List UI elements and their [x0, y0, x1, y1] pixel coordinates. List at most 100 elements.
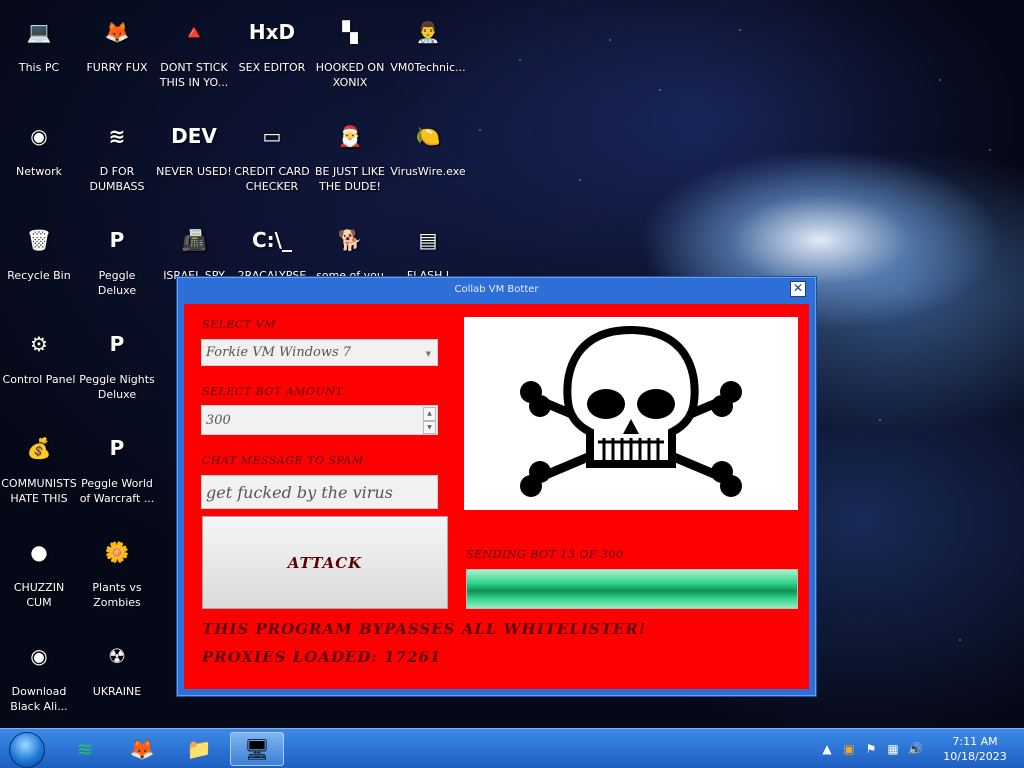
stepper-up-icon[interactable]: ▲ [423, 407, 436, 421]
chat-message-value: get fucked by the virus [206, 482, 393, 502]
clock-time: 7:11 AM [952, 735, 998, 748]
desktop-icon-label: BE JUST LIKE THE DUDE! [314, 165, 386, 193]
folder-taskbar-icon: 📁 [186, 737, 212, 761]
desktop-icon[interactable]: C:\_2RACALYPSE [233, 216, 311, 283]
volume-icon[interactable]: 🔊 [904, 742, 926, 756]
desktop-icon[interactable]: P Peggle Nights Deluxe [78, 320, 156, 402]
desktop-icon-label: DONT STICK THIS IN YO... [159, 61, 229, 89]
dog-icon: 🐕 [337, 227, 363, 252]
desktop-icon[interactable]: HxD SEX EDITOR [233, 8, 311, 75]
skull-picture [464, 317, 798, 510]
desktop-icon-label: Recycle Bin [7, 269, 71, 282]
desktop-icon[interactable]: 🌼 Plants vs Zombies [78, 528, 156, 610]
credit-card-icon: ▭ [262, 123, 282, 148]
proxies-loaded-text: PROXIES LOADED: 17261 [202, 648, 442, 666]
botter-taskbar-icon: 🖥 [244, 737, 270, 761]
skull-crossbones-icon [520, 325, 742, 497]
desktop-icon[interactable]: 🐕some of you [311, 216, 389, 283]
desktop-icon[interactable]: ▚ HOOKED ON XONIX [311, 8, 389, 90]
chevron-down-icon: ▼ [425, 350, 431, 358]
system-tray: ▲ ▣ ⚑ ▦ 🔊 7:11 AM 10/18/2023 [816, 729, 1024, 768]
desktop-icon-label: D FOR DUMBASS [89, 165, 145, 193]
sending-progress-bar [466, 569, 798, 609]
desktop-icon-label: Network [16, 165, 62, 178]
desktop-icon-label: Download Black Ali... [10, 685, 68, 713]
chat-message-label: CHAT MESSAGE TO SPAM [202, 454, 364, 467]
money-bag-icon: 💰 [26, 435, 52, 460]
dumbass-app-icon: ≋ [108, 123, 126, 148]
bypass-message: THIS PROGRAM BYPASSES ALL WHITELISTER! [202, 620, 647, 638]
close-button[interactable]: ✕ [790, 281, 806, 297]
bot-amount-label: SELECT BOT AMOUNT [202, 385, 344, 398]
desktop-icon[interactable]: P Peggle Deluxe [78, 216, 156, 298]
window-client-area: SELECT VM Forkie VM Windows 7 ▼ SELECT B… [184, 304, 809, 689]
desktop-icon[interactable]: ◉ Network [0, 112, 78, 179]
firefox-taskbar-icon: 🦊 [129, 737, 155, 761]
taskbar-firefox[interactable]: 🦊 [115, 732, 169, 766]
start-button[interactable] [9, 732, 45, 768]
desktop-icon-label: UKRAINE [92, 685, 142, 698]
desktop-icon[interactable]: ▤FLASH I [389, 216, 467, 283]
desktop-icon[interactable]: DEV NEVER USED! [155, 112, 233, 179]
desktop-icon-label: HOOKED ON XONIX [315, 61, 385, 89]
desktop-icon[interactable]: 👨‍⚕️ VM0Technic... [389, 8, 467, 75]
desktop-icon[interactable]: 🔺 DONT STICK THIS IN YO... [155, 8, 233, 90]
desktop-icon-label: VirusWire.exe [390, 165, 466, 178]
peggle-nights-icon: P [109, 331, 125, 356]
desktop-icon[interactable]: 🗑 Recycle Bin [0, 216, 78, 283]
desktop-icon[interactable]: 🍋 VirusWire.exe [389, 112, 467, 179]
desktop-icon-label: FURRY FUX [86, 61, 148, 74]
peggle-wow-icon: P [109, 435, 125, 460]
cmd-icon: C:\_ [252, 227, 292, 252]
desktop-icon-label: COMMUNISTS HATE THIS G... [1, 477, 77, 505]
desktop-icon[interactable]: 🦊 FURRY FUX [78, 8, 156, 75]
desktop-icon[interactable]: ● CHUZZIN CUM [0, 528, 78, 610]
flag-icon[interactable]: ⚑ [860, 742, 882, 756]
doctor-icon: 👨‍⚕️ [415, 19, 441, 44]
network-tray-icon[interactable]: ▦ [882, 742, 904, 756]
chat-message-input[interactable]: get fucked by the virus [201, 475, 438, 509]
bot-amount-value: 300 [206, 412, 231, 428]
desktop-icon-label: SEX EDITOR [238, 61, 306, 74]
desktop-icon[interactable]: 💻 This PC [0, 8, 78, 75]
control-panel-icon: ⚙ [30, 331, 48, 356]
desktop-icon[interactable]: ☢ UKRAINE [78, 632, 156, 699]
spy-icon: 📠 [181, 227, 207, 252]
collab-vm-botter-window: Collab VM Botter ✕ SELECT VM Forkie VM W… [176, 276, 817, 697]
window-title: Collab VM Botter [454, 283, 539, 295]
desktop-icon[interactable]: ◉ Download Black Ali... [0, 632, 78, 714]
taskbar-collab-vm-botter[interactable]: 🖥 [230, 732, 284, 766]
desktop-icon-label: Peggle Nights Deluxe [79, 373, 155, 401]
desktop-icon[interactable]: ≋ D FOR DUMBASS [78, 112, 156, 194]
xonix-game-icon: ▚ [342, 19, 358, 44]
select-vm-value: Forkie VM Windows 7 [206, 345, 352, 360]
dude-icon: 🎅 [337, 123, 363, 148]
taskbar-explorer[interactable]: 📁 [172, 732, 226, 766]
desktop-icon[interactable]: P Peggle World of Warcraft ... [78, 424, 156, 506]
desktop-icon[interactable]: 💰 COMMUNISTS HATE THIS G... [0, 424, 78, 506]
desktop-icon-label: Peggle World of Warcraft ... [79, 477, 155, 505]
taskbar: ≋ 🦊 📁 🖥 ▲ ▣ ⚑ ▦ 🔊 7:11 AM 10/18/2023 [0, 728, 1024, 768]
desktop-icon[interactable]: ▭ CREDIT CARD CHECKER [233, 112, 311, 194]
bot-amount-stepper[interactable]: 300 ▲ ▼ [201, 405, 438, 435]
show-hidden-icons-icon[interactable]: ▲ [816, 742, 838, 756]
vlc-cone-icon: 🔺 [181, 19, 207, 44]
recycle-bin-icon: 🗑 [26, 227, 52, 252]
window-titlebar[interactable]: Collab VM Botter ✕ [177, 277, 816, 301]
select-vm-dropdown[interactable]: Forkie VM Windows 7 ▼ [201, 339, 438, 366]
attack-button[interactable]: ATTACK [202, 516, 448, 609]
limewire-icon: 🍋 [415, 123, 441, 148]
stepper-down-icon[interactable]: ▼ [423, 420, 436, 434]
clock[interactable]: 7:11 AM 10/18/2023 [926, 734, 1024, 764]
app-tray-icon[interactable]: ▣ [838, 742, 860, 756]
close-icon: ✕ [792, 281, 804, 295]
desktop-icon[interactable]: ⚙ Control Panel [0, 320, 78, 387]
desktop-icon[interactable]: 📠ISRAEL SPY [155, 216, 233, 283]
desktop-icon[interactable]: 🎅 BE JUST LIKE THE DUDE! [311, 112, 389, 194]
desktop-icon-label: VM0Technic... [390, 61, 466, 74]
hex-editor-icon: HxD [248, 19, 296, 44]
stepper-buttons[interactable]: ▲ ▼ [423, 407, 436, 434]
desktop-icon-label: Plants vs Zombies [92, 581, 142, 609]
taskbar-dumbass-app[interactable]: ≋ [58, 732, 112, 766]
dumbass-taskbar-icon: ≋ [76, 737, 94, 761]
